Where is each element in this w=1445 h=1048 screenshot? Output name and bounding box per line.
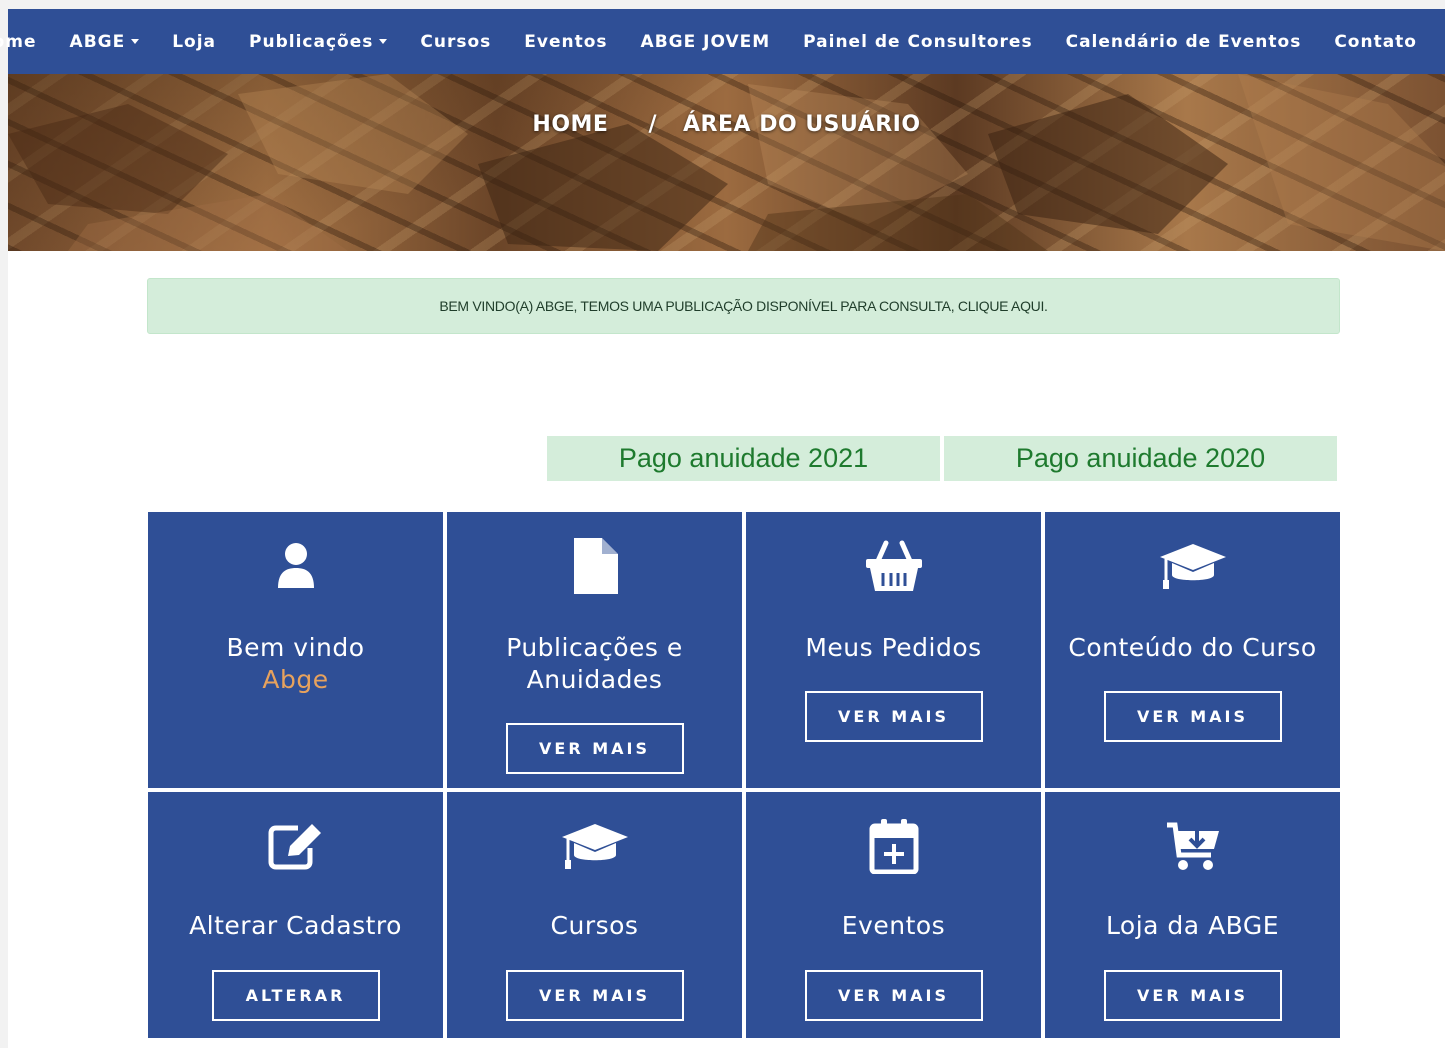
status-text: Pago anuidade 2020 [1015, 443, 1266, 473]
breadcrumb-home[interactable]: HOME [532, 112, 608, 137]
events-ver-mais-button[interactable]: VER MAIS [804, 970, 983, 1021]
shopping-basket-icon [864, 538, 924, 594]
tile-title: Loja da ABGE [1105, 911, 1280, 940]
publications-ver-mais-button[interactable]: VER MAIS [505, 723, 684, 774]
tile-title-line: Anuidades [526, 665, 663, 694]
alert-text[interactable]: BEM VINDO(A) ABGE, TEMOS UMA PUBLICAÇÃO … [439, 298, 1048, 314]
tile-orders: Meus Pedidos VER MAIS [746, 512, 1041, 788]
document-icon [572, 538, 618, 594]
welcome-text: Bem vindo [226, 633, 365, 662]
window-frame-left [0, 0, 8, 1048]
nav-item-abge-jovem[interactable]: ABGE JOVEM [641, 32, 771, 52]
user-name: Abge [262, 665, 329, 694]
alterar-button[interactable]: ALTERAR [211, 970, 380, 1021]
tile-title: Conteúdo do Curso [1068, 633, 1317, 662]
breadcrumb: HOME / ÁREA DO USUÁRIO [8, 112, 1445, 137]
courses-ver-mais-button[interactable]: VER MAIS [505, 970, 684, 1021]
graduation-cap-icon [1158, 538, 1228, 594]
nav-item-label: Home [0, 31, 37, 52]
nav-item-home[interactable]: Home [0, 32, 37, 52]
nav-item-cursos[interactable]: Cursos [420, 32, 491, 52]
nav-item-label: Contato [1334, 31, 1417, 52]
hero-banner: HOME / ÁREA DO USUÁRIO [8, 74, 1445, 251]
user-icon [276, 538, 316, 594]
tile-store: Loja da ABGE VER MAIS [1045, 792, 1340, 1038]
main-navbar: Home ABGE Loja Publicações Cursos Evento… [0, 9, 1445, 74]
course-content-ver-mais-button[interactable]: VER MAIS [1103, 691, 1282, 742]
window-frame-top [0, 0, 1445, 9]
graduation-cap-icon [560, 818, 630, 874]
nav-item-calendario-eventos[interactable]: Calendário de Eventos [1066, 32, 1302, 52]
rock-texture-image [8, 74, 1445, 251]
tile-title: Eventos [841, 911, 946, 940]
nav-item-abge[interactable]: ABGE [70, 32, 140, 52]
nav-item-label: Publicações [249, 31, 374, 52]
orders-ver-mais-button[interactable]: VER MAIS [804, 691, 983, 742]
tile-publications: Publicações e Anuidades VER MAIS [447, 512, 742, 788]
dashboard-grid: Bem vindo Abge Publicações e Anuidades V… [148, 512, 1340, 1038]
nav-item-painel-consultores[interactable]: Painel de Consultores [803, 32, 1032, 52]
status-badge-2021: Pago anuidade 2021 [547, 436, 940, 481]
nav-item-label: Loja [172, 31, 217, 52]
nav-item-label: Calendário de Eventos [1065, 31, 1302, 52]
nav-item-loja[interactable]: Loja [172, 32, 216, 52]
caret-down-icon [379, 39, 388, 44]
nav-item-eventos[interactable]: Eventos [524, 32, 607, 52]
tile-title: Bem vindo Abge [226, 632, 364, 696]
nav-item-publicacoes[interactable]: Publicações [249, 31, 388, 52]
tile-courses: Cursos VER MAIS [447, 792, 742, 1038]
store-ver-mais-button[interactable]: VER MAIS [1103, 970, 1282, 1021]
nav-item-label: ABGE [69, 31, 126, 52]
status-badge-2020: Pago anuidade 2020 [944, 436, 1337, 481]
nav-item-label: Cursos [420, 31, 492, 52]
tile-events: Eventos VER MAIS [746, 792, 1041, 1038]
tile-welcome: Bem vindo Abge [148, 512, 443, 788]
nav-item-label: Eventos [524, 31, 608, 52]
tile-edit-profile: Alterar Cadastro ALTERAR [148, 792, 443, 1038]
breadcrumb-current: ÁREA DO USUÁRIO [683, 112, 921, 137]
tile-title: Cursos [550, 911, 639, 940]
welcome-alert[interactable]: BEM VINDO(A) ABGE, TEMOS UMA PUBLICAÇÃO … [147, 278, 1340, 334]
edit-icon [268, 818, 324, 874]
breadcrumb-separator: / [648, 112, 658, 137]
tile-title-line: Publicações e [506, 633, 683, 662]
tile-title: Alterar Cadastro [189, 911, 402, 940]
caret-down-icon [131, 39, 140, 44]
nav-item-contato[interactable]: Contato [1334, 32, 1417, 52]
nav-item-label: ABGE JOVEM [640, 31, 771, 52]
tile-course-content: Conteúdo do Curso VER MAIS [1045, 512, 1340, 788]
tile-title: Meus Pedidos [805, 633, 982, 662]
calendar-plus-icon [869, 818, 919, 874]
cart-download-icon [1165, 818, 1221, 874]
tile-title: Publicações e Anuidades [506, 632, 683, 696]
nav-item-label: Painel de Consultores [803, 31, 1033, 52]
status-text: Pago anuidade 2021 [618, 443, 869, 473]
